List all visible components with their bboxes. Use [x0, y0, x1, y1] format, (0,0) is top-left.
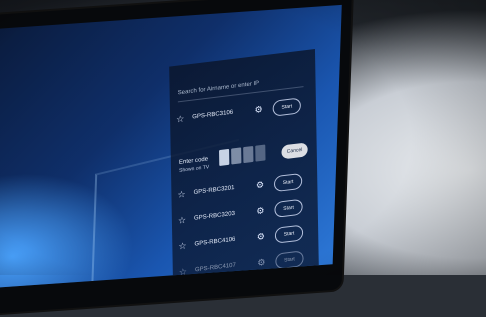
device-name: GPS-RBC3201: [193, 185, 235, 196]
gear-icon[interactable]: ⚙: [256, 205, 264, 217]
code-digit-box[interactable]: [243, 145, 254, 164]
star-icon[interactable]: ☆: [178, 241, 186, 253]
airname-panel: Search for Airname or enter IP ☆ GPS-RBC…: [169, 48, 320, 290]
start-button[interactable]: Start: [274, 198, 303, 218]
star-icon[interactable]: ☆: [177, 189, 185, 201]
gear-icon[interactable]: ⚙: [256, 179, 264, 191]
start-button[interactable]: Start: [273, 172, 303, 193]
gear-icon[interactable]: ⚙: [254, 104, 262, 116]
code-digit-box[interactable]: [255, 144, 266, 162]
laptop-screen: Search for Airname or enter IP ☆ GPS-RBC…: [0, 4, 342, 290]
device-name: GPS-RBC3106: [192, 109, 234, 121]
gear-icon[interactable]: ⚙: [257, 231, 265, 243]
star-icon[interactable]: ☆: [178, 215, 186, 227]
device-name: GPS-RBC4106: [194, 236, 236, 248]
photo-scene: Search for Airname or enter IP ☆ GPS-RBC…: [0, 0, 486, 317]
code-entry-text: Enter code Shown on TV: [179, 155, 209, 175]
gear-icon[interactable]: ⚙: [257, 257, 265, 269]
code-digit-box[interactable]: [231, 147, 242, 165]
start-button[interactable]: Start: [274, 224, 304, 244]
device-name: GPS-RBC3203: [193, 210, 235, 222]
code-digit-box[interactable]: [219, 148, 230, 166]
star-icon[interactable]: ☆: [176, 114, 184, 126]
start-button[interactable]: Start: [272, 97, 301, 117]
cancel-button[interactable]: Cancel: [281, 142, 308, 160]
